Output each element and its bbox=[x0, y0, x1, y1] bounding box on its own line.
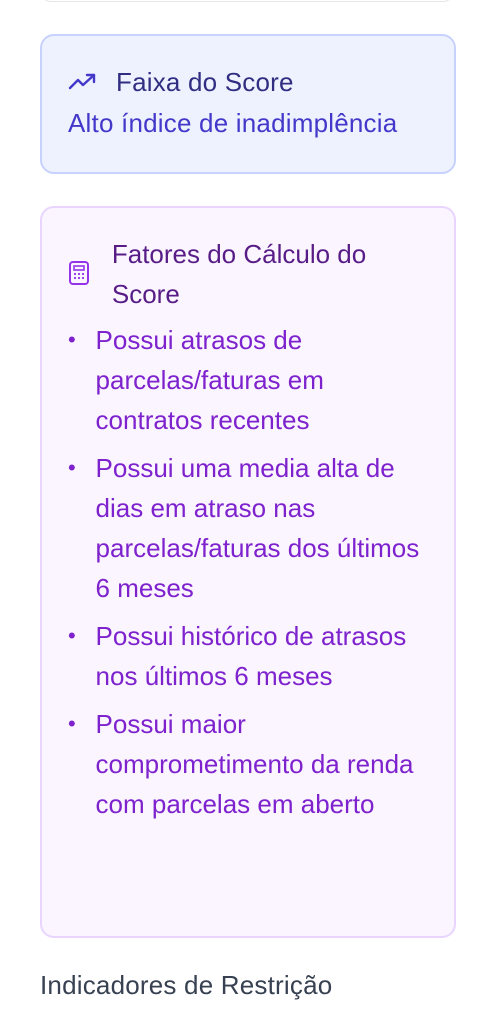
calculator-icon bbox=[68, 260, 92, 291]
score-factors-list: • Possui atrasos de parcelas/faturas em … bbox=[68, 320, 430, 824]
score-range-header: Faixa do Score bbox=[68, 64, 430, 100]
list-item: • Possui atrasos de parcelas/faturas em … bbox=[68, 320, 430, 440]
bullet-icon: • bbox=[68, 711, 76, 736]
score-factors-title: Fatores do Cálculo do Score bbox=[111, 239, 367, 309]
bullet-icon: • bbox=[68, 623, 76, 648]
list-item: • Possui maior comprometimento da renda … bbox=[68, 704, 430, 824]
score-range-title: Faixa do Score bbox=[116, 66, 294, 97]
restriction-indicators-title: Indicadores de Restrição bbox=[40, 970, 333, 1000]
list-item: • Possui uma media alta de dias em atras… bbox=[68, 448, 430, 608]
score-range-card: Faixa do Score Alto índice de inadimplên… bbox=[40, 34, 456, 174]
score-factors-card: Fatores do Cálculo do Score • Possui atr… bbox=[40, 206, 456, 938]
trending-up-icon bbox=[68, 71, 98, 93]
score-range-value: Alto índice de inadimplência bbox=[68, 108, 398, 138]
previous-card-edge bbox=[40, 0, 454, 2]
factor-text: Possui maior comprometimento da renda co… bbox=[95, 709, 414, 819]
factor-text: Possui histórico de atrasos nos últimos … bbox=[95, 621, 407, 691]
list-item: • Possui histórico de atrasos nos último… bbox=[68, 616, 430, 696]
bullet-icon: • bbox=[68, 455, 76, 480]
score-details-panel: Faixa do Score Alto índice de inadimplên… bbox=[0, 0, 490, 1030]
score-factors-header: Fatores do Cálculo do Score bbox=[68, 234, 430, 314]
factor-text: Possui uma media alta de dias em atraso … bbox=[95, 453, 420, 603]
factor-text: Possui atrasos de parcelas/faturas em co… bbox=[95, 325, 324, 435]
bullet-icon: • bbox=[68, 327, 76, 352]
